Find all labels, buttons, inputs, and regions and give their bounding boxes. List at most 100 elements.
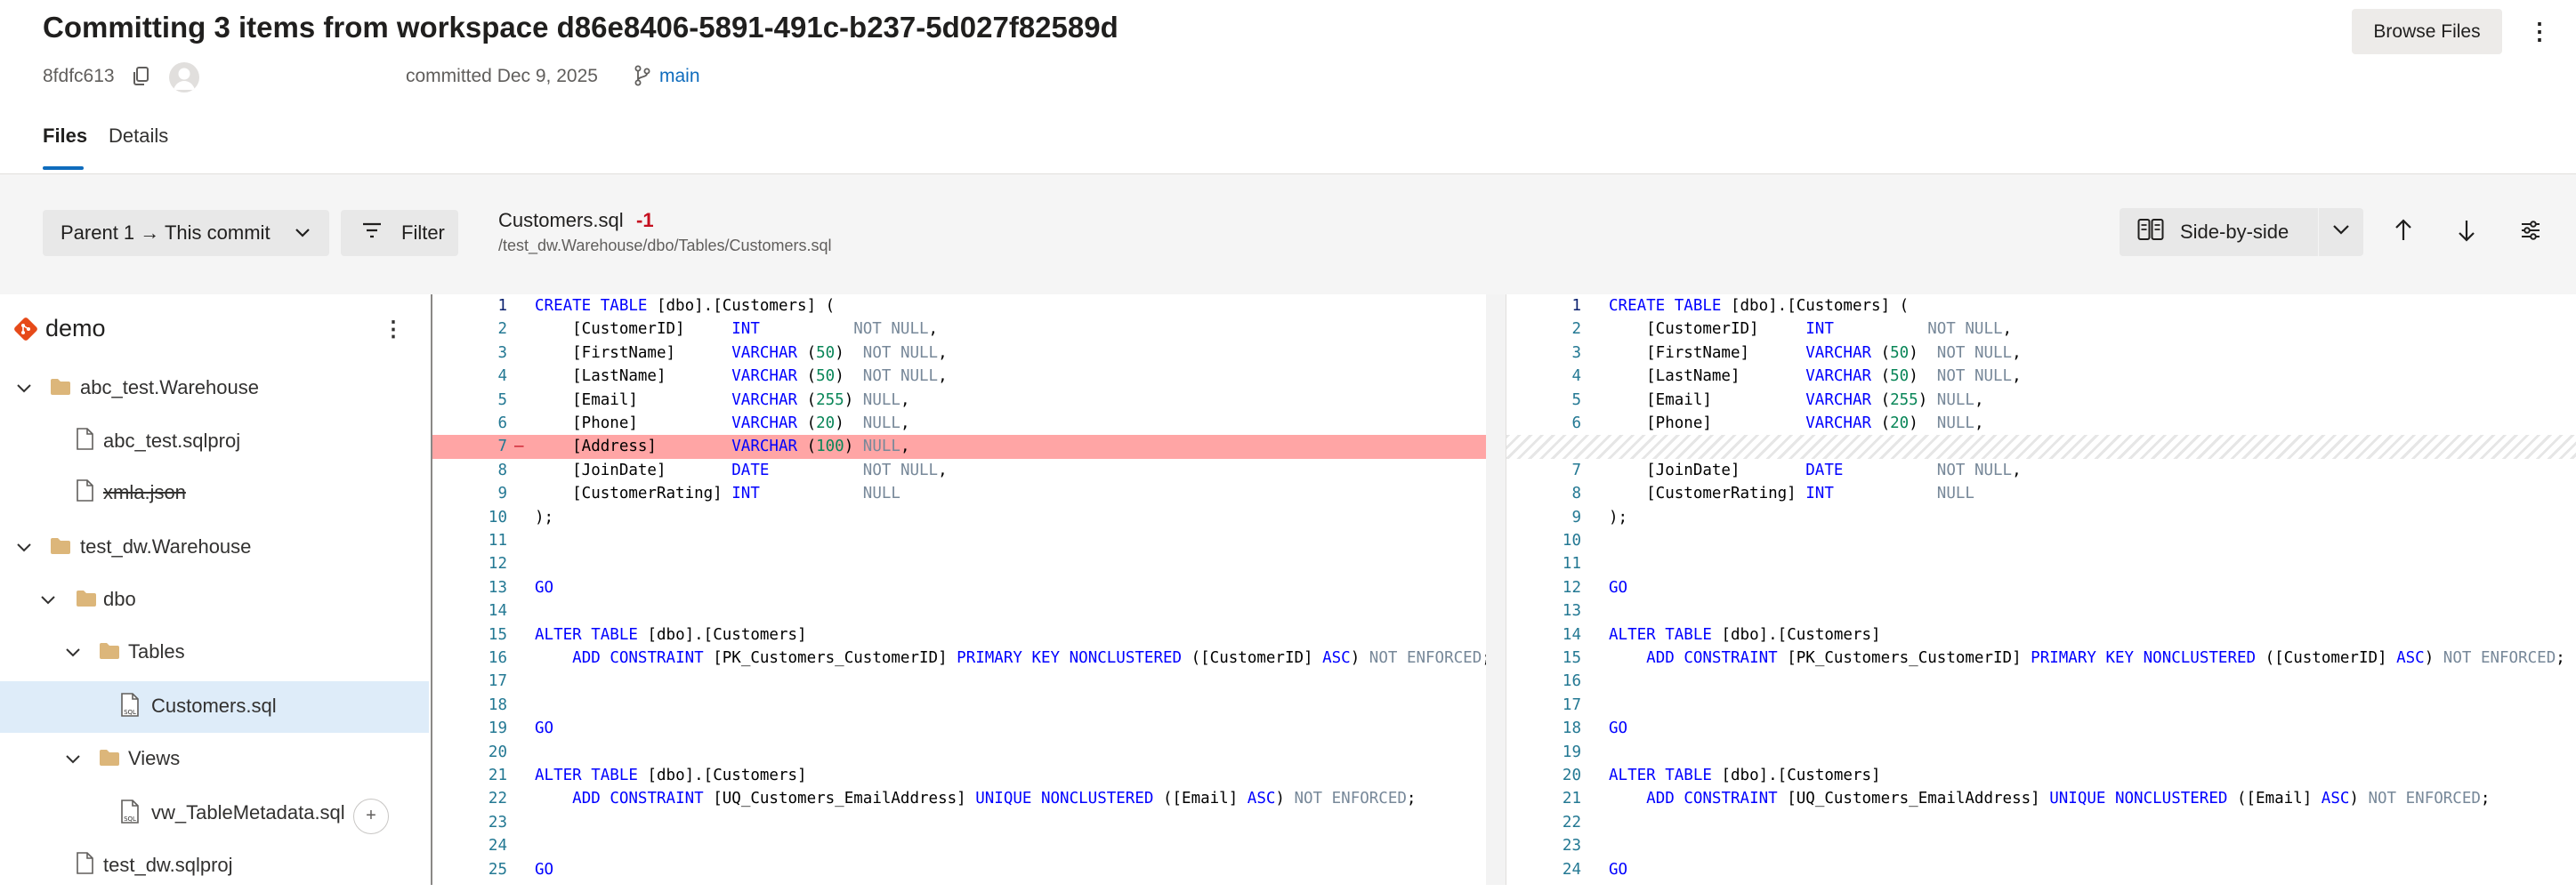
parent-compare-dropdown[interactable]: Parent 1 → This commit	[43, 210, 329, 256]
diff-line[interactable]: 19	[1506, 741, 2576, 764]
diff-line[interactable]: 5 [Email] VARCHAR (255) NULL,	[432, 389, 1506, 412]
line-number: 12	[1562, 578, 1581, 597]
diff-line[interactable]: 3 [FirstName] VARCHAR (50) NOT NULL,	[1506, 342, 2576, 365]
diff-line[interactable]: 21 ADD CONSTRAINT [UQ_Customers_EmailAdd…	[1506, 787, 2576, 810]
diff-line[interactable]: 19 GO	[432, 717, 1506, 740]
chevron-down-icon[interactable]	[16, 381, 32, 401]
diff-pane-modified[interactable]: 1 CREATE TABLE [dbo].[Customers] (2 [Cust…	[1506, 294, 2576, 885]
tree-item-abc-test-sqlproj[interactable]: abc_test.sqlproj	[0, 416, 429, 468]
code-text: [Email] VARCHAR (255) NULL,	[1609, 390, 1984, 409]
diff-line[interactable]: 8 [JoinDate] DATE NOT NULL,	[432, 459, 1506, 482]
diff-line[interactable]: 7 [JoinDate] DATE NOT NULL,	[1506, 459, 2576, 482]
copy-icon[interactable]	[131, 66, 150, 87]
diff-line[interactable]: 10	[1506, 529, 2576, 552]
code-text: [Phone] VARCHAR (20) NULL,	[1609, 414, 1984, 432]
line-number: 1	[1571, 297, 1581, 315]
branch-icon	[634, 65, 651, 86]
diff-line[interactable]: 11	[432, 529, 1506, 552]
diff-line[interactable]: 23	[432, 811, 1506, 834]
code-text: ADD CONSTRAINT [PK_Customers_CustomerID]…	[572, 649, 1491, 667]
tree-item-test-dw-warehouse[interactable]: test_dw.Warehouse	[0, 522, 429, 574]
diff-line[interactable]: 14 ALTER TABLE [dbo].[Customers]	[1506, 623, 2576, 647]
diff-line[interactable]: 25 GO	[432, 858, 1506, 881]
diff-line-placeholder[interactable]	[1506, 435, 2576, 459]
diff-line[interactable]: 6 [Phone] VARCHAR (20) NULL,	[1506, 412, 2576, 435]
diff-settings-button[interactable]	[2513, 214, 2548, 250]
tree-item-xmla-json[interactable]: xmla.json	[0, 468, 429, 519]
diff-line[interactable]: 5 [Email] VARCHAR (255) NULL,	[1506, 389, 2576, 412]
diff-line[interactable]: 10);	[432, 506, 1506, 529]
diff-line[interactable]: 16 ADD CONSTRAINT [PK_Customers_Customer…	[432, 647, 1506, 670]
diff-line[interactable]: 12	[432, 552, 1506, 575]
avatar[interactable]	[169, 62, 199, 92]
tab-files[interactable]: Files	[43, 125, 87, 148]
diff-line[interactable]: 16	[1506, 670, 2576, 693]
line-number: 8	[1571, 485, 1581, 503]
diff-line[interactable]: 12 GO	[1506, 576, 2576, 599]
filter-button[interactable]: Filter	[341, 210, 458, 256]
diff-line[interactable]: 22	[1506, 811, 2576, 834]
diff-line[interactable]: 2 [CustomerID] INT NOT NULL,	[432, 317, 1506, 341]
diff-change-count: -1	[636, 209, 654, 231]
diff-pane-original[interactable]: 1 CREATE TABLE [dbo].[Customers] (2 [Cust…	[432, 294, 1506, 885]
tree-item-views[interactable]: Views	[0, 734, 429, 785]
diff-line[interactable]: 15 ALTER TABLE [dbo].[Customers]	[432, 623, 1506, 647]
browse-files-button[interactable]: Browse Files	[2352, 9, 2502, 54]
diff-line[interactable]: 20 ALTER TABLE [dbo].[Customers]	[1506, 764, 2576, 787]
diff-line[interactable]: 24	[432, 834, 1506, 857]
tab-details[interactable]: Details	[109, 125, 168, 148]
diff-file-path: /test_dw.Warehouse/dbo/Tables/Customers.…	[498, 237, 832, 254]
diff-line[interactable]: 3 [FirstName] VARCHAR (50) NOT NULL,	[432, 342, 1506, 365]
diff-line[interactable]: 23	[1506, 834, 2576, 857]
diff-line[interactable]: 18 GO	[1506, 717, 2576, 740]
diff-line[interactable]: 1 CREATE TABLE [dbo].[Customers] (	[432, 294, 1506, 317]
diff-line[interactable]: 1 CREATE TABLE [dbo].[Customers] (	[1506, 294, 2576, 317]
repo-name[interactable]: demo	[45, 315, 106, 342]
chevron-down-icon[interactable]	[40, 592, 56, 613]
branch-link[interactable]: main	[659, 66, 700, 87]
code-text: [JoinDate] DATE NOT NULL,	[535, 461, 948, 479]
commit-hash[interactable]: 8fdfc613	[43, 66, 115, 87]
diff-line[interactable]: 22 ADD CONSTRAINT [UQ_Customers_EmailAdd…	[432, 787, 1506, 810]
line-number: 7	[1571, 461, 1581, 479]
code-text: [CustomerID] INT NOT NULL,	[535, 320, 939, 339]
diff-line[interactable]: 4 [LastName] VARCHAR (50) NOT NULL,	[1506, 365, 2576, 388]
diff-line[interactable]: 24 GO	[1506, 858, 2576, 881]
tree-item-dbo[interactable]: dbo	[0, 575, 429, 626]
diff-line[interactable]: 20	[432, 741, 1506, 764]
diff-line[interactable]: 4 [LastName] VARCHAR (50) NOT NULL,	[432, 365, 1506, 388]
diff-line[interactable]: 9);	[1506, 506, 2576, 529]
tree-item-test-dw-sqlproj[interactable]: test_dw.sqlproj	[0, 840, 429, 892]
line-number: 21	[1562, 790, 1581, 808]
diff-line[interactable]: 2 [CustomerID] INT NOT NULL,	[1506, 317, 2576, 341]
view-mode-button[interactable]: Side-by-side	[2120, 208, 2318, 256]
more-options-icon[interactable]: ⋮	[2527, 18, 2552, 46]
chevron-down-icon[interactable]	[65, 645, 81, 665]
chevron-down-icon[interactable]	[65, 751, 81, 772]
next-change-button[interactable]	[2449, 214, 2484, 250]
diff-line[interactable]: 15 ADD CONSTRAINT [PK_Customers_Customer…	[1506, 647, 2576, 670]
tree-item-tables[interactable]: Tables	[0, 627, 429, 679]
diff-line[interactable]: 11	[1506, 552, 2576, 575]
tree-item-customers-sql[interactable]: SQL Customers.sql	[0, 681, 429, 733]
diff-line[interactable]: 13	[1506, 599, 2576, 623]
tree-item-abc-test-warehouse[interactable]: abc_test.Warehouse	[0, 363, 429, 414]
add-icon[interactable]: +	[353, 799, 389, 834]
more-options-icon[interactable]: ⋮	[383, 317, 404, 342]
view-mode-dropdown[interactable]	[2319, 208, 2363, 256]
diff-line[interactable]: 8 [CustomerRating] INT NULL	[1506, 482, 2576, 505]
line-number: 2	[497, 320, 507, 339]
diff-line[interactable]: 17	[432, 670, 1506, 693]
svg-text:SQL: SQL	[124, 709, 136, 716]
diff-line[interactable]: 6 [Phone] VARCHAR (20) NULL,	[432, 412, 1506, 435]
chevron-down-icon[interactable]	[16, 540, 32, 560]
diff-line[interactable]: 9 [CustomerRating] INT NULL	[432, 482, 1506, 505]
diff-line-deleted[interactable]: 7 — [Address] VARCHAR (100) NULL,	[432, 435, 1506, 459]
diff-line[interactable]: 17	[1506, 694, 2576, 717]
diff-line[interactable]: 14	[432, 599, 1506, 623]
tree-item-label: Tables	[128, 640, 185, 663]
previous-change-button[interactable]	[2386, 214, 2421, 250]
diff-line[interactable]: 13 GO	[432, 576, 1506, 599]
diff-line[interactable]: 21 ALTER TABLE [dbo].[Customers]	[432, 764, 1506, 787]
diff-line[interactable]: 18	[432, 694, 1506, 717]
